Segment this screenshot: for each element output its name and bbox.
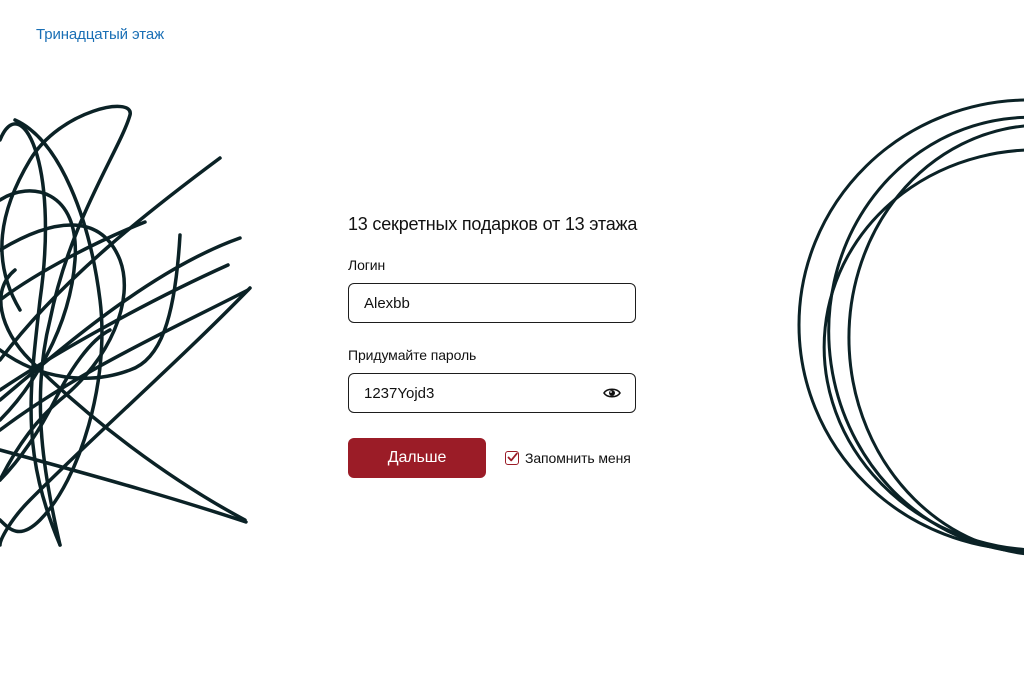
scribble-decoration-left — [0, 104, 252, 547]
password-field-wrapper — [348, 373, 636, 413]
remember-me-checkbox[interactable]: Запомнить меня — [505, 450, 631, 466]
login-form: 13 секретных подарков от 13 этажа Логин … — [348, 214, 638, 478]
remember-me-label: Запомнить меня — [525, 450, 631, 466]
next-button[interactable]: Дальше — [348, 438, 486, 478]
eye-icon[interactable] — [603, 386, 621, 400]
password-label: Придумайте пароль — [348, 347, 477, 363]
checkbox-checked-icon[interactable] — [505, 451, 519, 465]
login-field-wrapper — [348, 283, 636, 323]
login-label: Логин — [348, 257, 386, 273]
scribble-decoration-right — [797, 98, 1024, 557]
login-input[interactable] — [364, 284, 594, 322]
brand-link[interactable]: Тринадцатый этаж — [36, 26, 164, 43]
form-actions: Дальше Запомнить меня — [348, 438, 636, 478]
password-input[interactable] — [364, 374, 594, 412]
form-title: 13 секретных подарков от 13 этажа — [348, 214, 638, 234]
login-page: Тринадцатый этаж 13 секретных подарков о… — [0, 0, 1024, 700]
